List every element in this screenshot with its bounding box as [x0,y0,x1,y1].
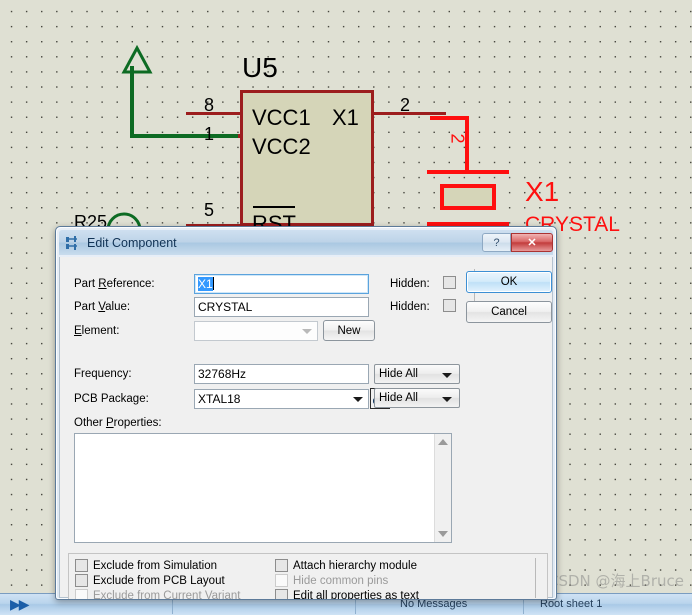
checkbox[interactable] [275,574,288,587]
part-value-input[interactable]: CRYSTAL [194,297,369,317]
checkbox[interactable] [75,559,88,572]
option-checkbox-row[interactable]: Attach hierarchy module [275,559,417,572]
scroll-up-icon[interactable] [438,439,448,445]
dialog-title: Edit Component [87,235,177,250]
checkbox[interactable] [75,589,88,599]
help-button[interactable]: ? [482,233,511,252]
part-reference-hidden-label: Hidden: [390,278,430,290]
dialog-titlebar[interactable]: Edit Component ? ✕ [59,230,553,255]
schematic-red-label[interactable]: 2 [447,133,468,143]
dialog-body: Part Reference: X1 Hidden: Part Value: C… [59,257,553,600]
option-checkbox-row[interactable]: Edit all properties as text [275,589,419,600]
chevron-down-icon [442,373,452,378]
part-value-label: Part Value: [74,301,131,313]
textarea-scrollbar[interactable] [434,434,451,542]
checkbox-label: Attach hierarchy module [293,559,418,572]
frequency-input[interactable]: 32768Hz [194,364,369,384]
rst-overline [253,206,295,208]
wire-green-vertical [130,66,134,138]
crystal-plate-top [427,170,509,174]
crystal-body[interactable] [440,184,496,210]
crystal-wire-vertical [465,116,469,174]
schematic-label[interactable]: 8 [204,95,214,116]
schematic-label[interactable]: 5 [204,200,214,221]
other-properties-label: Other Properties: [74,417,162,429]
chevron-down-icon [353,397,363,402]
schematic-label[interactable]: 1 [204,124,214,145]
option-checkbox-row[interactable]: Exclude from PCB Layout [75,574,225,587]
option-checkbox-row[interactable]: Exclude from Current Variant [75,589,241,600]
schematic-label[interactable]: VCC2 [252,134,311,160]
part-reference-hidden-checkbox[interactable] [443,276,456,289]
checkbox[interactable] [75,574,88,587]
frequency-visibility-combobox[interactable]: Hide All [374,364,460,384]
checkbox-label: Hide common pins [293,574,389,587]
other-properties-textarea[interactable] [74,433,452,543]
option-checkbox-row[interactable]: Exclude from Simulation [75,559,217,572]
wire-green-horizontal [130,134,242,138]
pcb-package-label: PCB Package: [74,393,149,405]
checkbox-label: Exclude from Current Variant [93,589,241,600]
element-label: Element: [74,325,120,337]
pcb-package-combobox[interactable]: XTAL18 [194,389,369,409]
part-value-hidden-label: Hidden: [390,301,430,313]
chevron-down-icon [442,397,452,402]
schematic-label[interactable]: X1 [332,105,359,131]
new-element-button[interactable]: New [323,320,375,341]
power-arrow-icon [121,44,153,74]
part-value-hidden-checkbox[interactable] [443,299,456,312]
checkbox-label: Edit all properties as text [293,589,419,600]
close-button[interactable]: ✕ [511,233,553,252]
checkbox[interactable] [275,559,288,572]
ok-button[interactable]: OK [466,271,552,293]
options-divider [535,558,536,598]
crystal-wire-corner-h [430,116,468,120]
checkbox-label: Exclude from Simulation [93,559,217,572]
option-checkbox-row[interactable]: Hide common pins [275,574,388,587]
component-icon [65,235,81,251]
frequency-label: Frequency: [74,368,132,380]
schematic-label[interactable]: 2 [400,95,410,116]
application-window: U5 8 1 5 VCC1 VCC2 X1 RST R25 2 2 X1 CRYSTAL ▶▶ No … [0,0,692,615]
checkbox-label: Exclude from PCB Layout [93,574,225,587]
checkbox[interactable] [275,589,288,599]
part-reference-input[interactable]: X1 [194,274,369,294]
schematic-red-label[interactable]: X1 [525,176,559,208]
schematic-label[interactable]: VCC1 [252,105,311,131]
cancel-button[interactable]: Cancel [466,301,552,323]
pcb-package-visibility-combobox[interactable]: Hide All [374,388,460,408]
edit-component-dialog[interactable]: Edit Component ? ✕ Part Reference: X1 Hi… [55,226,557,600]
element-combobox[interactable] [194,321,318,341]
options-groupbox: Exclude from Simulation Exclude from PCB … [68,553,548,600]
next-sheet-icon[interactable]: ▶▶ [10,596,29,613]
scroll-down-icon[interactable] [438,531,448,537]
part-reference-label: Part Reference: [74,278,155,290]
chevron-down-icon [302,329,312,334]
schematic-label[interactable]: U5 [242,52,278,84]
